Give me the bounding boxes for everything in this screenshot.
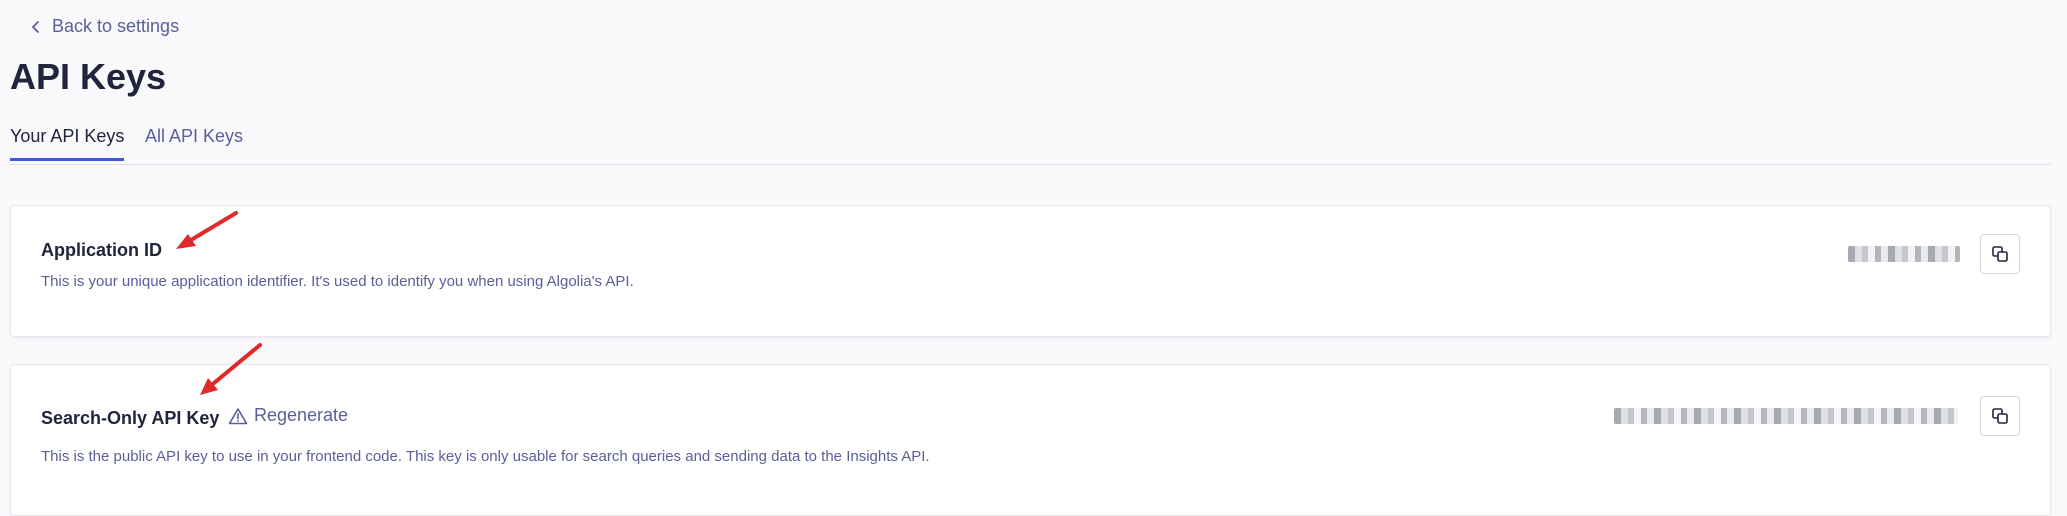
copy-icon	[1992, 408, 2008, 424]
page-title: API Keys	[10, 56, 167, 97]
application-id-description: This is your unique application identifi…	[41, 273, 634, 290]
search-only-api-key-title: Search-Only API Key	[41, 408, 220, 428]
tab-all-api-keys[interactable]: All API Keys	[145, 126, 243, 159]
back-to-settings-link[interactable]: Back to settings	[30, 16, 179, 37]
back-label: Back to settings	[52, 16, 180, 36]
red-arrow-icon	[176, 211, 238, 249]
regenerate-label: Regenerate	[254, 405, 349, 425]
regenerate-button[interactable]: Regenerate	[228, 405, 348, 426]
application-id-card: Application ID This is your unique appli…	[10, 205, 2051, 337]
search-only-api-key-card: Search-Only API Key Regenerate This is t…	[10, 364, 2051, 516]
search-only-api-key-value-redacted	[1614, 408, 1958, 424]
copy-icon	[1992, 246, 2008, 262]
chevron-left-icon	[32, 20, 39, 33]
application-id-value-redacted	[1848, 246, 1960, 262]
application-id-title: Application ID	[41, 240, 162, 260]
red-arrow-icon	[200, 343, 262, 395]
search-only-api-key-description: This is the public API key to use in you…	[41, 448, 930, 465]
tab-your-api-keys[interactable]: Your API Keys	[10, 126, 125, 161]
tab-bar: Your API Keys All API Keys	[10, 126, 2051, 165]
warning-triangle-icon	[228, 407, 248, 424]
copy-search-only-api-key-button[interactable]	[1980, 396, 2020, 436]
copy-application-id-button[interactable]	[1980, 234, 2020, 274]
